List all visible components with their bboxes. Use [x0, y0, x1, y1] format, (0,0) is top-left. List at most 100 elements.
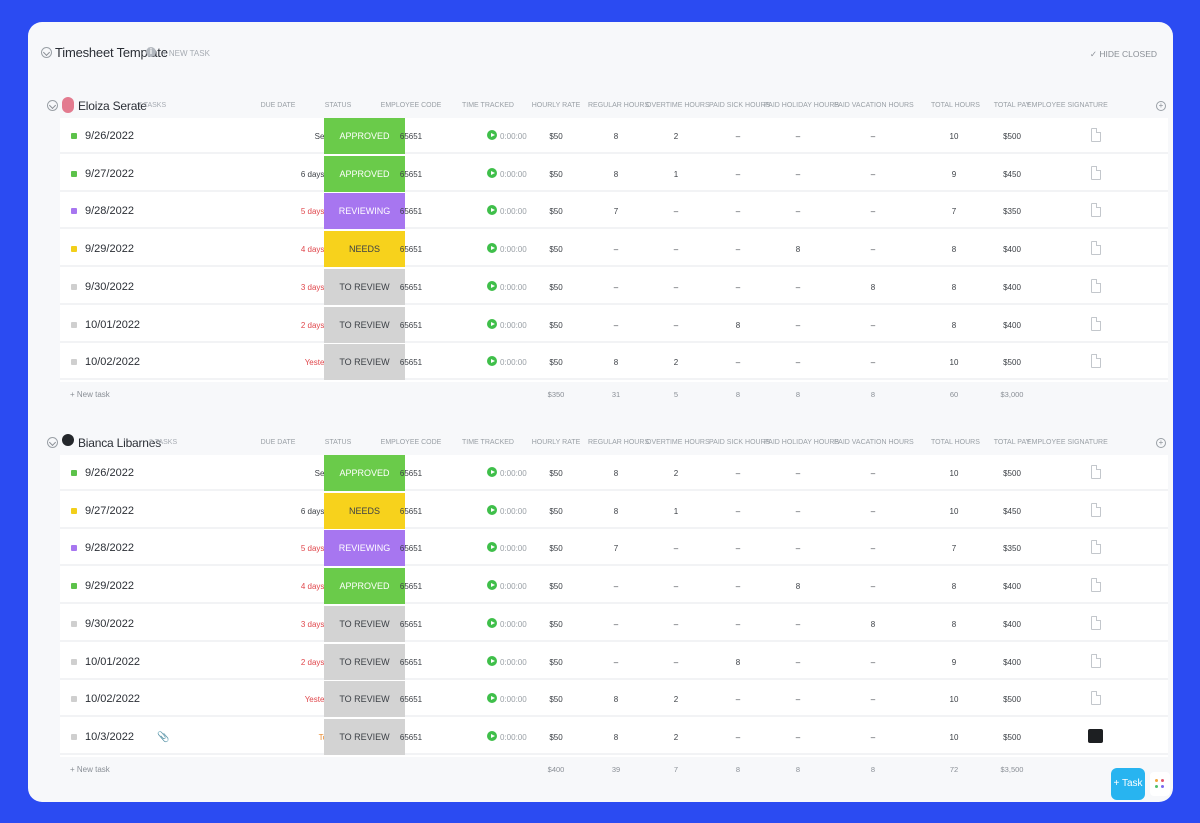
cell-overtime[interactable]: – [646, 245, 706, 254]
play-timer-icon[interactable] [487, 618, 497, 628]
cell-holiday[interactable]: – [764, 283, 832, 292]
cell-regular[interactable]: – [588, 321, 644, 330]
cell-overtime[interactable]: 1 [646, 170, 706, 179]
table-row[interactable]: 9/26/2022 Sep 26 APPROVED 0:00:0065651$5… [60, 455, 1168, 491]
cell-total-hours[interactable]: 9 [931, 658, 977, 667]
column-header[interactable]: REGULAR HOURS [588, 102, 649, 109]
cell-regular[interactable]: 8 [588, 733, 644, 742]
cell-code[interactable]: 65651 [376, 695, 446, 704]
signature-file-icon[interactable] [1091, 540, 1101, 554]
cell-code[interactable]: 65651 [376, 469, 446, 478]
cell-total-hours[interactable]: 10 [931, 358, 977, 367]
task-name[interactable]: 9/30/2022 [85, 618, 134, 630]
cell-code[interactable]: 65651 [376, 132, 446, 141]
cell-total-pay[interactable]: $500 [989, 733, 1035, 742]
time-tracked[interactable]: 0:00:00 [500, 321, 527, 330]
cell-vacation[interactable]: – [834, 582, 912, 591]
table-row[interactable]: 10/02/2022 Yesterday TO REVIEW 0:00:00 65… [60, 344, 1168, 380]
cell-code[interactable]: 65651 [376, 207, 446, 216]
cell-total-hours[interactable]: 10 [931, 132, 977, 141]
cell-code[interactable]: 65651 [376, 170, 446, 179]
task-name[interactable]: 9/28/2022 [85, 542, 134, 554]
new-task-link[interactable]: + New task [70, 390, 110, 399]
play-timer-icon[interactable] [487, 693, 497, 703]
column-header[interactable]: PAID SICK HOURS [709, 439, 770, 446]
cell-regular[interactable]: – [588, 658, 644, 667]
cell-regular[interactable]: – [588, 245, 644, 254]
collapse-list-icon[interactable] [41, 47, 52, 58]
task-name[interactable]: 10/02/2022 [85, 693, 140, 705]
status-indicator[interactable] [71, 621, 77, 627]
cell-total-hours[interactable]: 7 [931, 207, 977, 216]
column-header[interactable]: TOTAL HOURS [931, 439, 980, 446]
play-timer-icon[interactable] [487, 731, 497, 741]
cell-vacation[interactable]: – [834, 245, 912, 254]
cell-holiday[interactable]: – [764, 658, 832, 667]
time-tracked[interactable]: 0:00:00 [500, 170, 527, 179]
column-header[interactable]: OVERTIME HOURS [646, 102, 710, 109]
time-tracked[interactable]: 0:00:00 [500, 132, 527, 141]
play-timer-icon[interactable] [487, 505, 497, 515]
cell-rate[interactable]: $50 [530, 358, 582, 367]
status-indicator[interactable] [71, 696, 77, 702]
column-header[interactable]: DUE DATE [255, 439, 301, 446]
column-header[interactable]: TIME TRACKED [462, 439, 514, 446]
table-row[interactable]: 9/29/2022 4 days ago APPROVED 0:00:00 656… [60, 568, 1168, 604]
cell-vacation[interactable]: – [834, 132, 912, 141]
cell-regular[interactable]: – [588, 582, 644, 591]
cell-total-hours[interactable]: 8 [931, 321, 977, 330]
cell-vacation[interactable]: – [834, 507, 912, 516]
status-indicator[interactable] [71, 359, 77, 365]
status-indicator[interactable] [71, 322, 77, 328]
cell-sick[interactable]: – [709, 207, 767, 216]
cell-holiday[interactable]: – [764, 544, 832, 553]
cell-sick[interactable]: – [709, 507, 767, 516]
cell-code[interactable]: 65651 [376, 245, 446, 254]
cell-sick[interactable]: – [709, 620, 767, 629]
cell-rate[interactable]: $50 [530, 321, 582, 330]
cell-rate[interactable]: $50 [530, 507, 582, 516]
cell-code[interactable]: 65651 [376, 507, 446, 516]
time-tracked[interactable]: 0:00:00 [500, 207, 527, 216]
cell-holiday[interactable]: – [764, 507, 832, 516]
signature-file-icon[interactable] [1091, 578, 1101, 592]
cell-total-pay[interactable]: $500 [989, 469, 1035, 478]
signature-file-icon[interactable] [1091, 128, 1101, 142]
cell-total-pay[interactable]: $400 [989, 658, 1035, 667]
time-tracked[interactable]: 0:00:00 [500, 245, 527, 254]
cell-rate[interactable]: $50 [530, 170, 582, 179]
cell-code[interactable]: 65651 [376, 321, 446, 330]
cell-sick[interactable]: – [709, 695, 767, 704]
signature-file-icon[interactable] [1091, 354, 1101, 368]
cell-total-pay[interactable]: $500 [989, 132, 1035, 141]
status-indicator[interactable] [71, 171, 77, 177]
status-indicator[interactable] [71, 659, 77, 665]
signature-file-icon[interactable] [1091, 616, 1101, 630]
column-header[interactable]: HOURLY RATE [530, 102, 582, 109]
table-row[interactable]: 10/3/2022 📎 Today TO REVIEW 0:00:0065651… [60, 719, 1168, 755]
signature-file-icon[interactable] [1091, 166, 1101, 180]
apps-icon[interactable] [1150, 772, 1170, 796]
cell-total-pay[interactable]: $500 [989, 358, 1035, 367]
collapse-group-icon[interactable] [47, 100, 58, 111]
cell-code[interactable]: 65651 [376, 283, 446, 292]
cell-holiday[interactable]: – [764, 132, 832, 141]
column-header[interactable]: TIME TRACKED [462, 102, 514, 109]
status-indicator[interactable] [71, 208, 77, 214]
play-timer-icon[interactable] [487, 580, 497, 590]
group-name[interactable]: Eloiza Serate [78, 99, 147, 113]
cell-overtime[interactable]: 2 [646, 733, 706, 742]
cell-total-pay[interactable]: $450 [989, 170, 1035, 179]
signature-image[interactable] [1088, 729, 1103, 743]
cell-holiday[interactable]: – [764, 321, 832, 330]
status-indicator[interactable] [71, 545, 77, 551]
cell-total-hours[interactable]: 10 [931, 507, 977, 516]
task-name[interactable]: 10/02/2022 [85, 356, 140, 368]
table-row[interactable]: 9/28/2022 5 days ago REVIEWING 0:00:00 65… [60, 530, 1168, 566]
table-row[interactable]: 9/30/2022 3 days ago TO REVIEW 0:00:00 65… [60, 606, 1168, 642]
task-name[interactable]: 10/3/2022 [85, 731, 134, 743]
cell-sick[interactable]: – [709, 582, 767, 591]
table-row[interactable]: 10/01/2022 2 days ago TO REVIEW 0:00:00 6… [60, 307, 1168, 343]
cell-overtime[interactable]: 2 [646, 132, 706, 141]
cell-sick[interactable]: 8 [709, 321, 767, 330]
